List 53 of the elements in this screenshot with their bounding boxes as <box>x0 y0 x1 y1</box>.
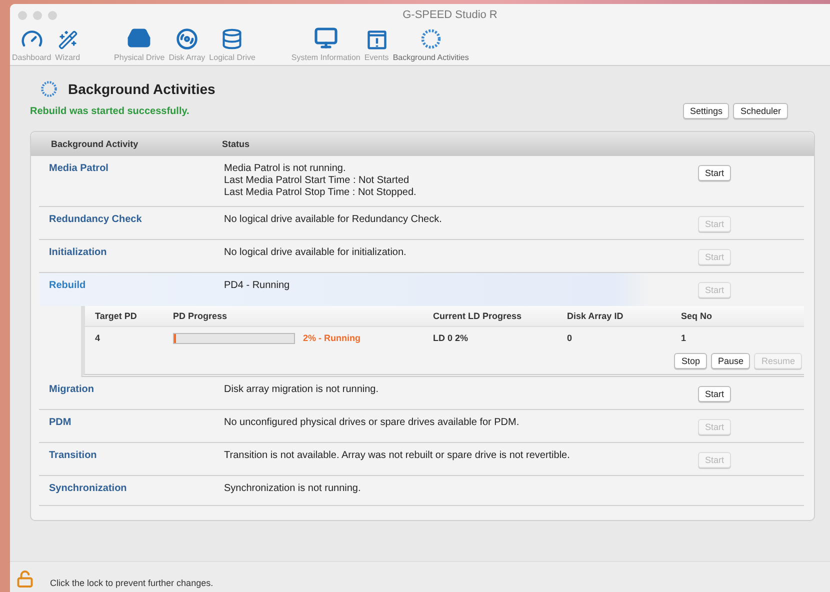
column-header: Seq No <box>680 311 714 321</box>
table-cell-text: 4 <box>94 333 102 343</box>
lock-hint: Click the lock to prevent further changes. <box>50 578 214 588</box>
activity-link[interactable]: Migration <box>39 384 222 402</box>
zoom-window-button[interactable] <box>48 10 57 20</box>
pause-button[interactable]: Pause <box>710 353 750 369</box>
status-text: Last Media Patrol Start Time : Not Started <box>223 175 410 187</box>
start-button[interactable]: Start <box>698 165 732 181</box>
disc-icon <box>176 28 198 50</box>
status-text: Transition is not available. Array was not rebuilt or spare drive is not revertible. <box>223 450 571 462</box>
column-header: Background Activity <box>50 139 140 149</box>
activity-link[interactable]: Rebuild <box>39 280 222 298</box>
status-text: No logical drive available for initialization. <box>223 247 408 259</box>
window-title: G-SPEED Studio R <box>402 9 498 21</box>
column-header: Current LD Progress <box>432 311 523 321</box>
status-text: Disk array migration is not running. <box>223 384 380 396</box>
start-button[interactable]: Start <box>698 386 732 402</box>
spinner-icon <box>420 28 442 50</box>
status-text: Last Media Patrol Stop Time : Not Stopped. <box>223 187 418 199</box>
status-text: PD4 - Running <box>223 280 291 292</box>
activity-link[interactable]: Media Patrol <box>39 163 222 199</box>
activity-link[interactable]: Transition <box>39 450 222 468</box>
wand-icon <box>58 30 78 50</box>
activity-link[interactable]: Initialization <box>39 247 222 265</box>
status-text: Media Patrol is not running. <box>223 163 347 175</box>
status-text: No logical drive available for Redundancy Check. <box>223 214 443 226</box>
activity-link[interactable]: Redundancy Check <box>39 214 222 232</box>
column-header: Disk Array ID <box>566 311 624 321</box>
column-header: Status <box>221 139 251 149</box>
stop-button[interactable]: Stop <box>674 353 707 369</box>
column-header: Target PD <box>94 311 138 321</box>
spinner-icon <box>40 80 58 98</box>
table-cell-text: 0 <box>566 333 574 343</box>
calendar-alert-icon <box>366 28 388 50</box>
close-window-button[interactable] <box>18 10 27 20</box>
scheduler-button[interactable]: Scheduler <box>733 103 788 119</box>
hard-drive-icon <box>127 26 152 50</box>
activity-link[interactable]: Synchronization <box>39 483 222 498</box>
toolbar-button[interactable]: Background Activities <box>390 28 471 62</box>
table-cell-text: 1 <box>680 333 688 343</box>
page-title: Background Activities <box>68 81 216 97</box>
settings-button[interactable]: Settings <box>682 103 730 119</box>
success-message: Rebuild was started successfully. <box>30 106 190 116</box>
database-icon <box>221 28 244 50</box>
lock-icon[interactable] <box>16 570 34 588</box>
status-text: No unconfigured physical drives or spare drives available for PDM. <box>223 417 520 429</box>
table-cell-text: LD 0 2% <box>432 333 470 343</box>
progress-text: 2% - Running <box>303 333 360 343</box>
status-text: Synchronization is not running. <box>223 483 362 495</box>
minimize-window-button[interactable] <box>33 10 42 20</box>
monitor-icon <box>314 26 338 50</box>
column-header: PD Progress <box>172 311 228 321</box>
activity-link[interactable]: PDM <box>39 417 222 435</box>
